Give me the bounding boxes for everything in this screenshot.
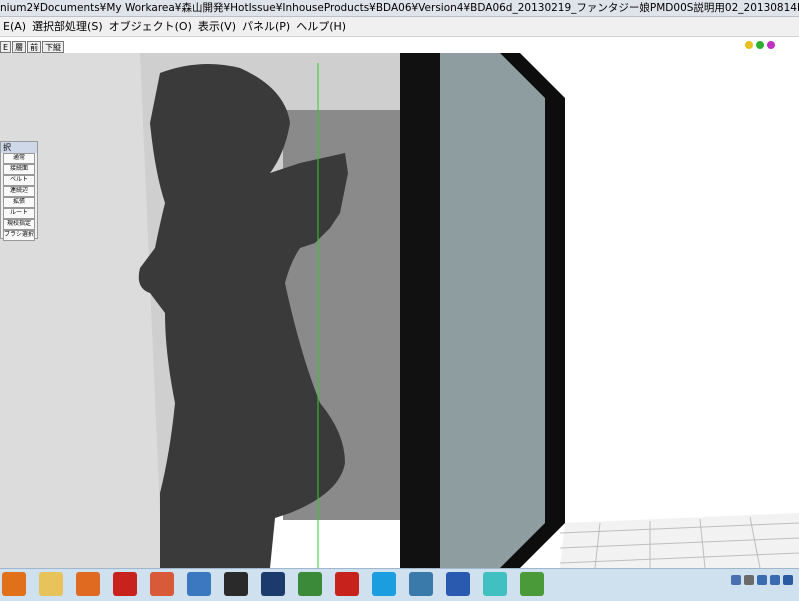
- adobe-flash-icon[interactable]: [113, 572, 137, 596]
- menu-item[interactable]: ヘルプ(H): [293, 20, 349, 33]
- scene: [0, 53, 799, 568]
- rotate-icon[interactable]: [767, 41, 775, 49]
- metasequoia-icon[interactable]: [520, 572, 544, 596]
- select-mode-button[interactable]: 接続面: [3, 164, 35, 175]
- glass-panel: [440, 53, 545, 568]
- select-mode-button[interactable]: ベルト: [3, 175, 35, 186]
- menu-item[interactable]: E(A): [0, 20, 29, 33]
- hp-icon[interactable]: [187, 572, 211, 596]
- select-mode-button[interactable]: 現校指定: [3, 219, 35, 230]
- folder-icon[interactable]: [39, 572, 63, 596]
- menu-item[interactable]: パネル(P): [239, 20, 293, 33]
- s-app-icon[interactable]: [409, 572, 433, 596]
- thunderbird-icon[interactable]: [446, 572, 470, 596]
- menu-item[interactable]: オブジェクト(O): [106, 20, 195, 33]
- view-tab[interactable]: 層: [12, 41, 27, 53]
- miku-icon[interactable]: [483, 572, 507, 596]
- media-player-icon[interactable]: [76, 572, 100, 596]
- select-mode-button[interactable]: 通常: [3, 153, 35, 164]
- left-wall: [0, 53, 160, 568]
- taskbar: [0, 568, 799, 601]
- network-icon[interactable]: [757, 575, 767, 585]
- nav-icons: [745, 41, 775, 49]
- help-icon[interactable]: [783, 575, 793, 585]
- select-mode-button[interactable]: ルート: [3, 208, 35, 219]
- select-mode-button[interactable]: 連続辺: [3, 186, 35, 197]
- black-pillar: [400, 53, 440, 568]
- tools-icon[interactable]: [744, 575, 754, 585]
- select-panel: 択 通常 接続面 ベルト 連続辺 拡張 ルート 現校指定 ブラシ選択: [0, 141, 38, 241]
- window-title: nium2¥Documents¥My Workarea¥森山開発¥HotIssu…: [0, 0, 799, 17]
- app-icon[interactable]: [150, 572, 174, 596]
- select-mode-button[interactable]: ブラシ選択: [3, 230, 35, 241]
- skype-icon[interactable]: [372, 572, 396, 596]
- menu-item[interactable]: 選択部処理(S): [29, 20, 106, 33]
- view-tab[interactable]: 下縦: [42, 41, 65, 53]
- photoshop-icon[interactable]: [261, 572, 285, 596]
- system-tray: [731, 575, 793, 585]
- view-tab[interactable]: E: [0, 41, 12, 53]
- 3d-viewport[interactable]: 択 通常 接続面 ベルト 連続辺 拡張 ルート 現校指定 ブラシ選択: [0, 53, 799, 568]
- volume-icon[interactable]: [770, 575, 780, 585]
- firefox-icon[interactable]: [2, 572, 26, 596]
- film-icon[interactable]: [224, 572, 248, 596]
- move-icon[interactable]: [756, 41, 764, 49]
- view-tab[interactable]: 前: [27, 41, 42, 53]
- acrobat-icon[interactable]: [335, 572, 359, 596]
- select-mode-button[interactable]: 拡張: [3, 197, 35, 208]
- select-panel-title: 択: [1, 142, 37, 153]
- monitor-icon[interactable]: [298, 572, 322, 596]
- keyboard-icon[interactable]: [731, 575, 741, 585]
- menu-item[interactable]: 表示(V): [195, 20, 239, 33]
- zoom-icon[interactable]: [745, 41, 753, 49]
- menu-bar: E(A) 選択部処理(S) オブジェクト(O) 表示(V) パネル(P) ヘルプ(H): [0, 17, 799, 37]
- view-tabs: E 層前下縦: [0, 41, 65, 53]
